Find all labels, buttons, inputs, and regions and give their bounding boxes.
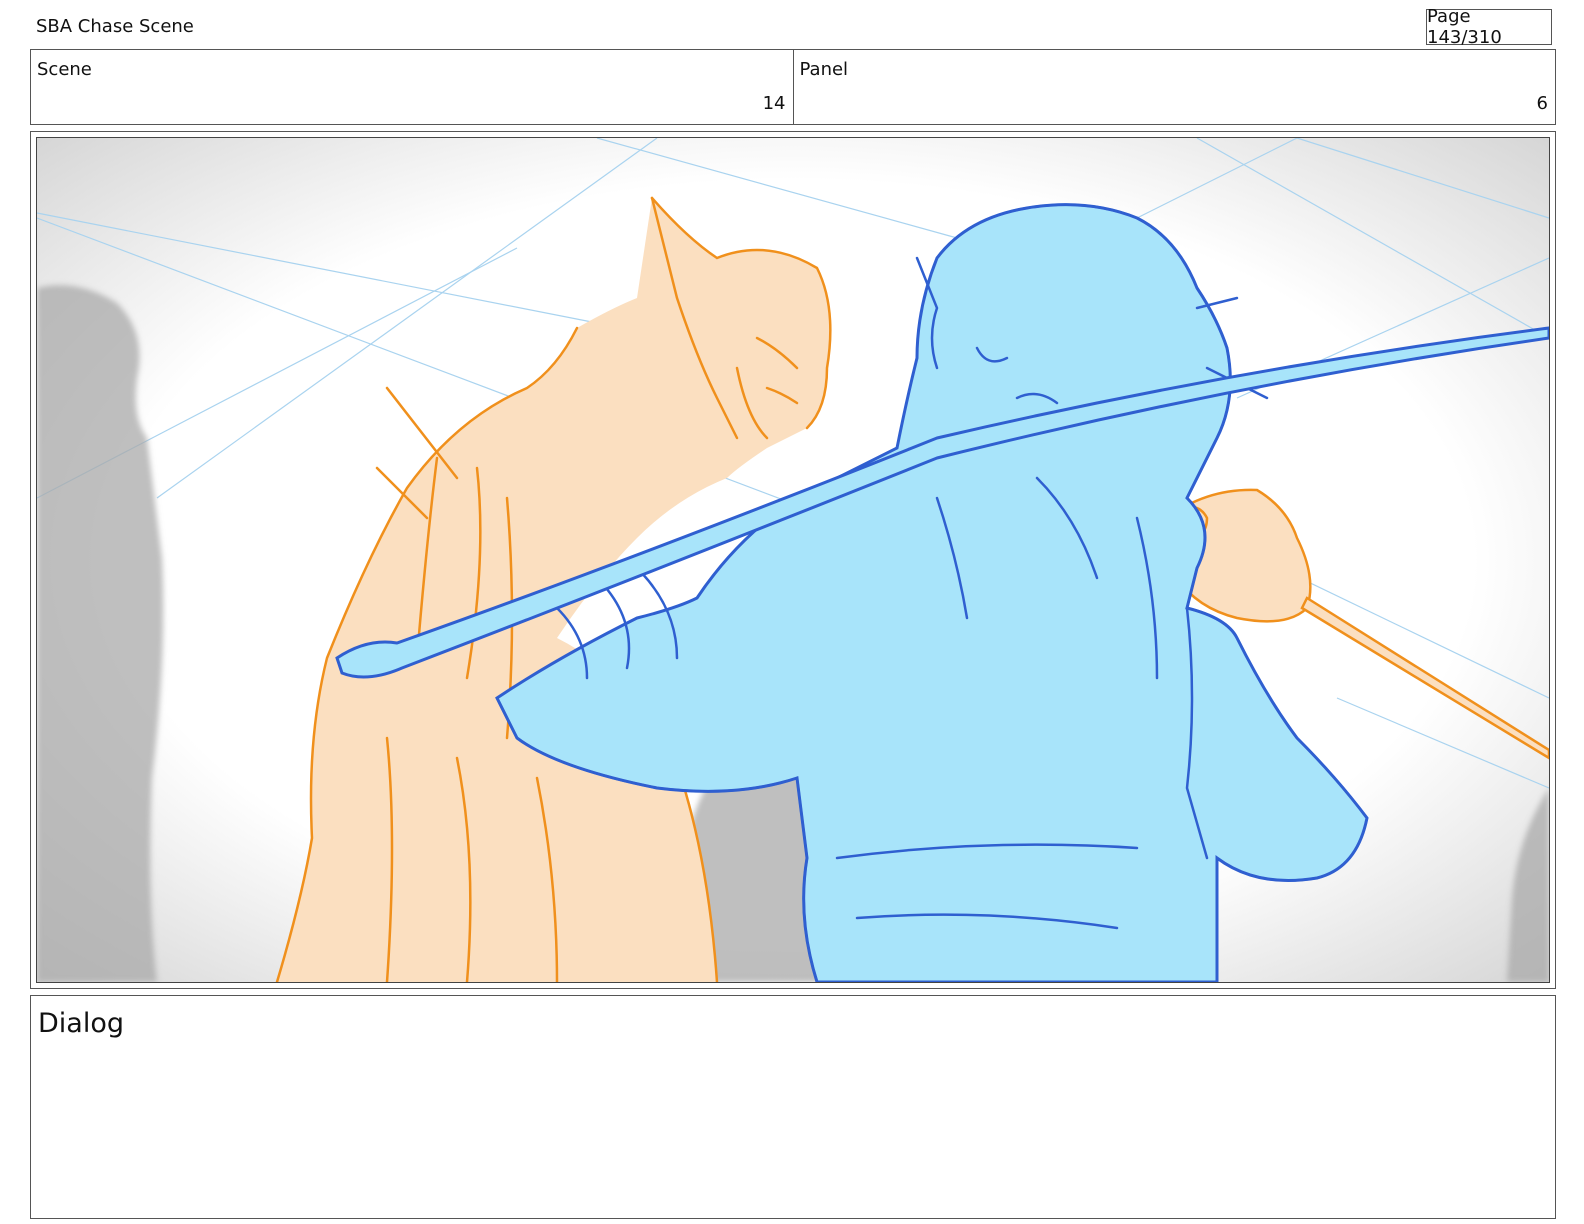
dialog-label: Dialog [38, 1008, 124, 1039]
sketch-artwork [37, 138, 1549, 982]
panel-cell: Panel 6 [792, 50, 1556, 124]
dialog-box: Dialog [30, 995, 1556, 1219]
storyboard-sketch [36, 137, 1550, 983]
scene-number: 14 [762, 93, 786, 114]
panel-label: Panel [799, 59, 849, 80]
panel-number: 6 [1536, 93, 1548, 114]
scene-label: Scene [37, 59, 92, 80]
document-title: SBA Chase Scene [36, 16, 194, 37]
storyboard-panel-frame [30, 131, 1556, 989]
scene-cell: Scene 14 [31, 50, 793, 124]
page-indicator: Page 143/310 [1426, 6, 1552, 48]
scene-panel-info: Scene 14 Panel 6 [30, 49, 1556, 125]
